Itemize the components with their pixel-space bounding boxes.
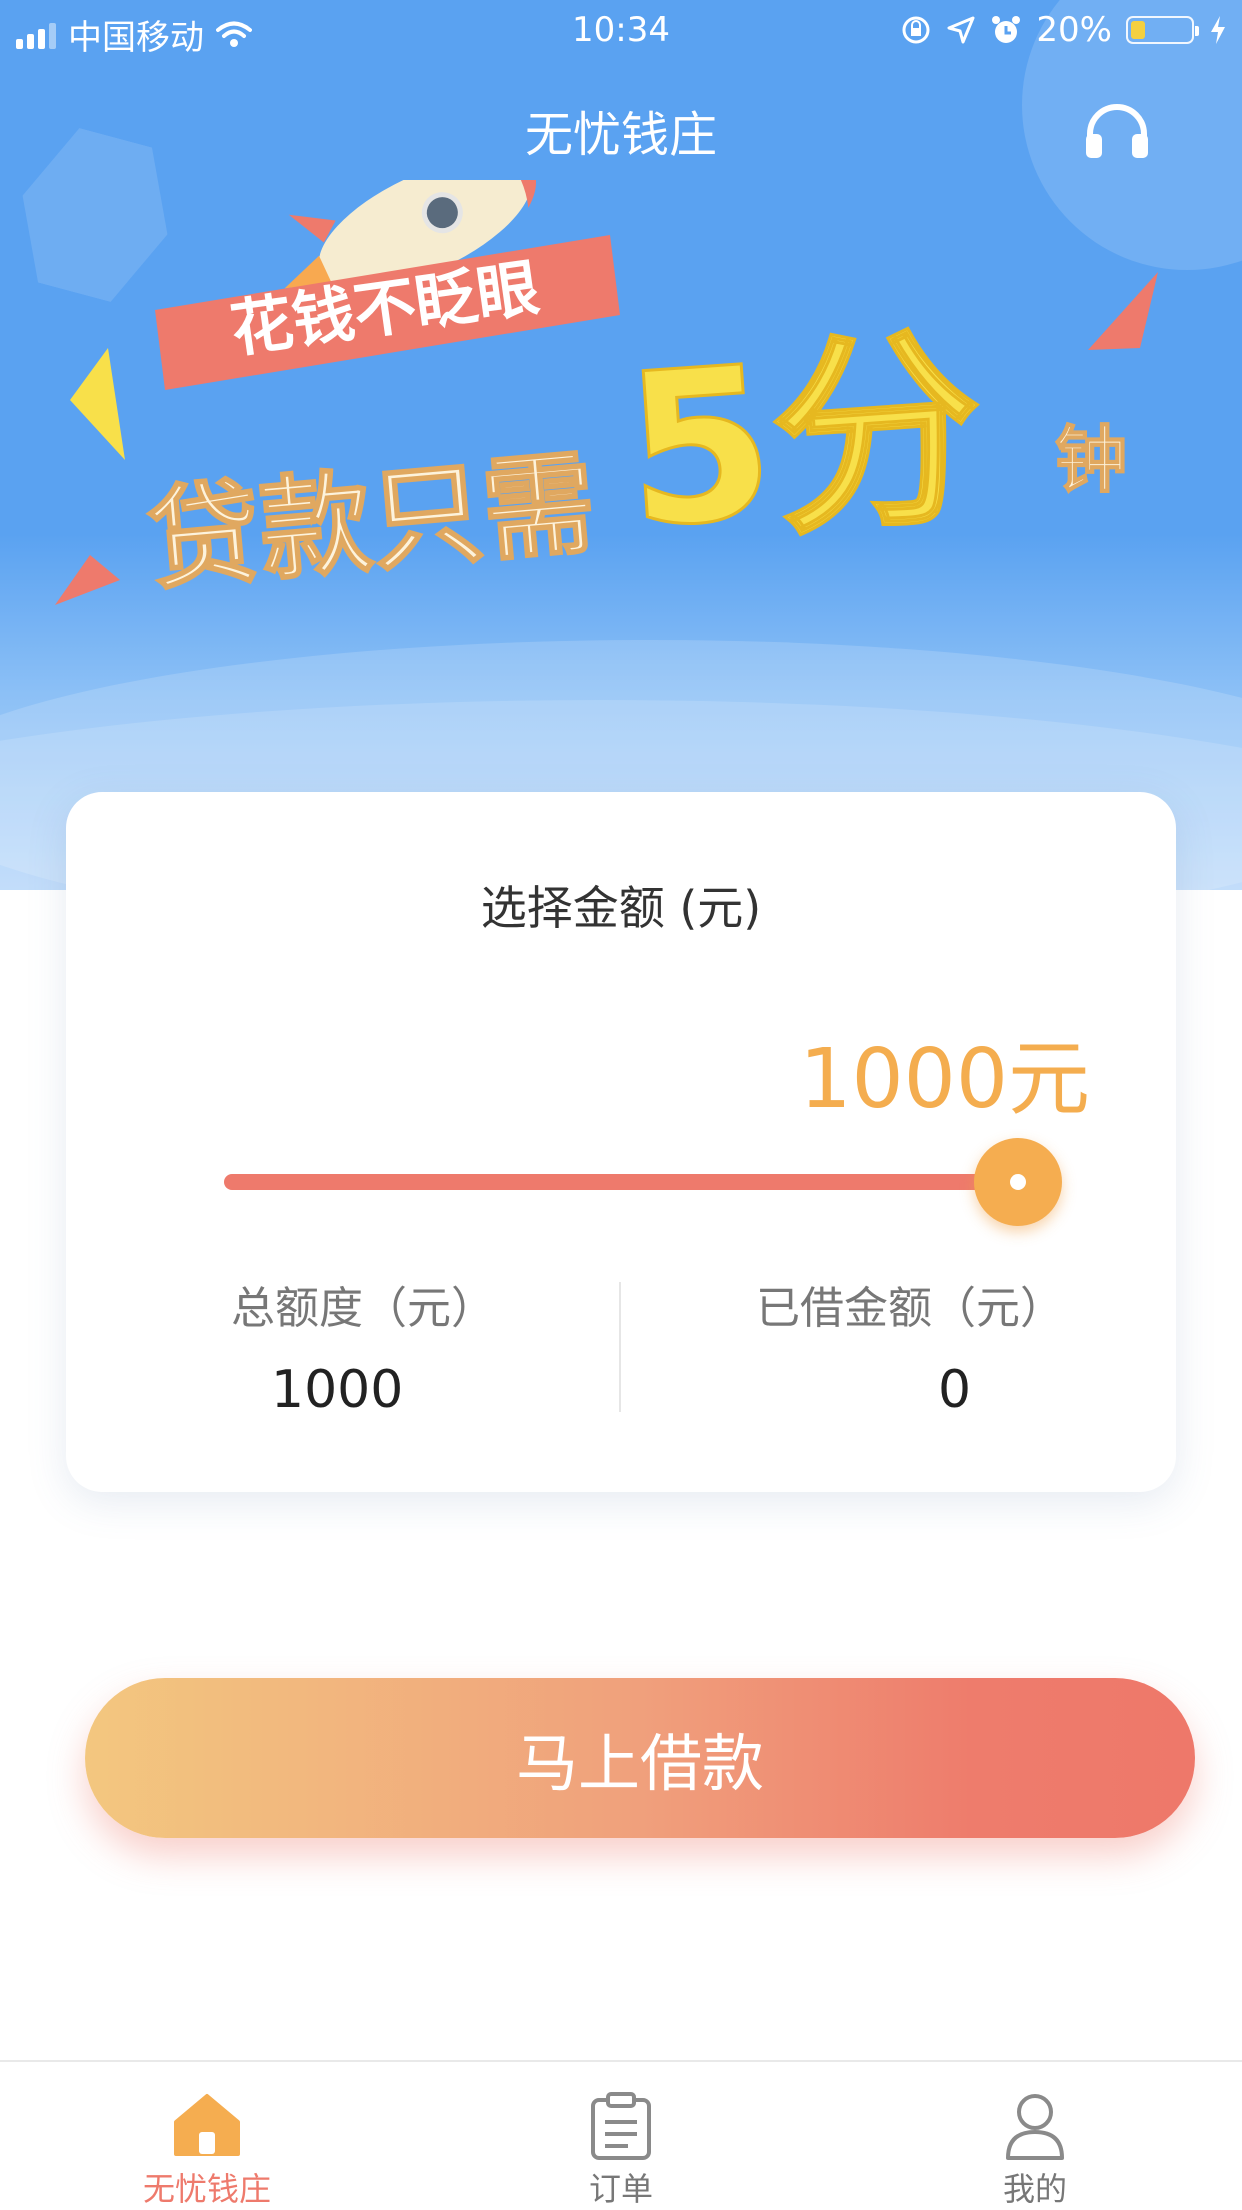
borrowed-amount-label: 已借金额（元） (756, 1283, 1064, 1334)
status-bar: 中国移动 10:34 20% (0, 0, 1242, 64)
amount-slider-thumb[interactable] (974, 1138, 1062, 1226)
bottom-tab-bar: 无忧钱庄 订单 我的 (0, 2060, 1242, 2210)
promo-banner: 花钱不眨眼 贷款只需 5分 钟 (55, 180, 1158, 608)
tab-profile[interactable]: 我的 (828, 2062, 1242, 2210)
decorative-triangle (55, 555, 120, 605)
tab-home-label: 无忧钱庄 (142, 2170, 271, 2208)
decorative-triangle (1088, 272, 1158, 350)
tab-orders[interactable]: 订单 (414, 2062, 828, 2210)
rotation-lock-icon (902, 16, 930, 44)
decorative-triangle (70, 348, 125, 460)
charging-icon (1211, 16, 1225, 44)
stats-divider (619, 1282, 621, 1412)
loan-amount-card: 选择金额 (元) 1000元 总额度（元） 1000 已借金额（元） 0 (66, 792, 1176, 1492)
card-title: 选择金额 (元) (480, 881, 762, 935)
home-icon (174, 2094, 240, 2156)
borrow-now-button[interactable]: 马上借款 (85, 1678, 1195, 1838)
banner-headline-suffix: 钟 (1055, 418, 1127, 502)
tab-orders-label: 订单 (588, 2170, 653, 2208)
selected-amount: 1000元 (799, 1032, 1090, 1127)
borrowed-amount-value: 0 (938, 1360, 972, 1420)
clipboard-icon (591, 2092, 651, 2160)
user-icon (1006, 2094, 1064, 2160)
amount-slider-track[interactable] (224, 1174, 1036, 1190)
page-title: 无忧钱庄 (524, 107, 717, 163)
headset-icon[interactable] (1082, 100, 1152, 160)
tab-home[interactable]: 无忧钱庄 (0, 2062, 414, 2210)
location-icon (947, 16, 975, 44)
banner-headline-number: 5分 (618, 306, 990, 575)
battery-percent: 20% (1036, 10, 1112, 50)
banner-headline-prefix: 贷款只需 (143, 438, 601, 607)
tab-profile-label: 我的 (1002, 2170, 1067, 2208)
total-limit-value: 1000 (271, 1360, 404, 1420)
status-bar-right: 20% (900, 10, 1228, 50)
total-limit-label: 总额度（元） (231, 1283, 495, 1334)
alarm-icon (992, 16, 1021, 43)
battery-icon (1126, 16, 1199, 44)
hero-header: 中国移动 10:34 20% 无忧钱庄 花钱不眨眼 贷款只需 5分 钟 (0, 0, 1242, 890)
